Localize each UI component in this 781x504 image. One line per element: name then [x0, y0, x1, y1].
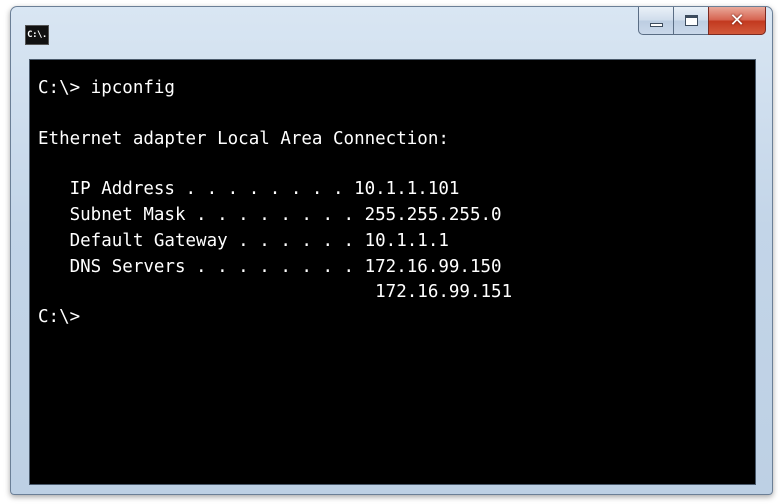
console-line-subnet-mask: Subnet Mask . . . . . . . . 255.255.255.… [38, 205, 502, 225]
console-line-command: C:\> ipconfig [38, 78, 175, 98]
minimize-icon [649, 22, 663, 27]
maximize-button[interactable] [673, 7, 708, 35]
console-line-adapter-header: Ethernet adapter Local Area Connection: [38, 129, 449, 149]
command-prompt-icon[interactable]: C:\. [25, 25, 49, 45]
console-output[interactable]: C:\> ipconfig Ethernet adapter Local Are… [29, 59, 756, 485]
window-controls: ✕ [638, 7, 766, 37]
close-icon: ✕ [729, 9, 745, 31]
minimize-button[interactable] [638, 7, 673, 35]
maximize-icon [684, 15, 698, 26]
console-line-default-gateway: Default Gateway . . . . . . 10.1.1.1 [38, 231, 449, 251]
console-window: C:\. ✕ C:\> ipconfig Ethernet adapter Lo… [10, 6, 773, 495]
console-line-dns-servers: DNS Servers . . . . . . . . 172.16.99.15… [38, 257, 502, 277]
console-line-dns-secondary: 172.16.99.151 [38, 282, 513, 302]
console-line-ip-address: IP Address . . . . . . . . 10.1.1.101 [38, 179, 460, 199]
console-line-prompt: C:\> [38, 307, 81, 327]
close-button[interactable]: ✕ [708, 7, 766, 35]
